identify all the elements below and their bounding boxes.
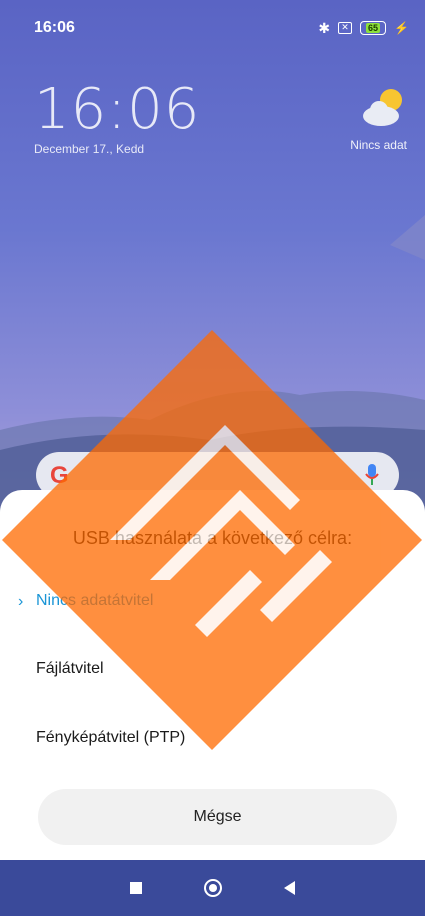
- charging-icon: ⚡: [394, 21, 409, 35]
- navigation-bar: [0, 860, 425, 916]
- option-photo-transfer-ptp[interactable]: Fényképátvitel (PTP): [36, 729, 185, 747]
- clock-time: 16:06: [34, 77, 201, 142]
- back-button[interactable]: [284, 881, 295, 895]
- home-button[interactable]: [204, 879, 222, 897]
- weather-text: Nincs adat: [350, 138, 407, 152]
- usb-mode-dialog: USB használata a következő célra: › Ninc…: [0, 490, 425, 860]
- option-file-transfer[interactable]: Fájlátvitel: [36, 660, 104, 678]
- chevron-right-icon: ›: [18, 593, 24, 610]
- sim-icon: ✕: [338, 22, 353, 34]
- lockscreen-clock: 16:06 December 17., Kedd: [34, 77, 201, 157]
- recents-button[interactable]: [130, 882, 142, 894]
- cancel-button[interactable]: Mégse: [38, 789, 397, 845]
- status-time: 16:06: [34, 19, 75, 36]
- bluetooth-icon: ✱: [318, 19, 331, 36]
- clock-date: December 17., Kedd: [34, 142, 145, 156]
- battery-level: 65: [366, 23, 381, 33]
- weather-cloud-sun-icon: [363, 89, 402, 126]
- weather-widget: Nincs adat: [350, 88, 407, 152]
- dialog-title: USB használata a következő célra:: [72, 528, 353, 548]
- option-no-data-transfer[interactable]: Nincs adatátvitel: [36, 592, 153, 610]
- battery-icon: 65: [360, 21, 387, 35]
- status-icons: ✱ ✕ 65 ⚡: [318, 20, 409, 37]
- google-logo-icon: G: [50, 462, 69, 489]
- status-bar: 16:06 ✱ ✕ 65 ⚡: [0, 0, 425, 56]
- mic-icon[interactable]: [365, 464, 379, 486]
